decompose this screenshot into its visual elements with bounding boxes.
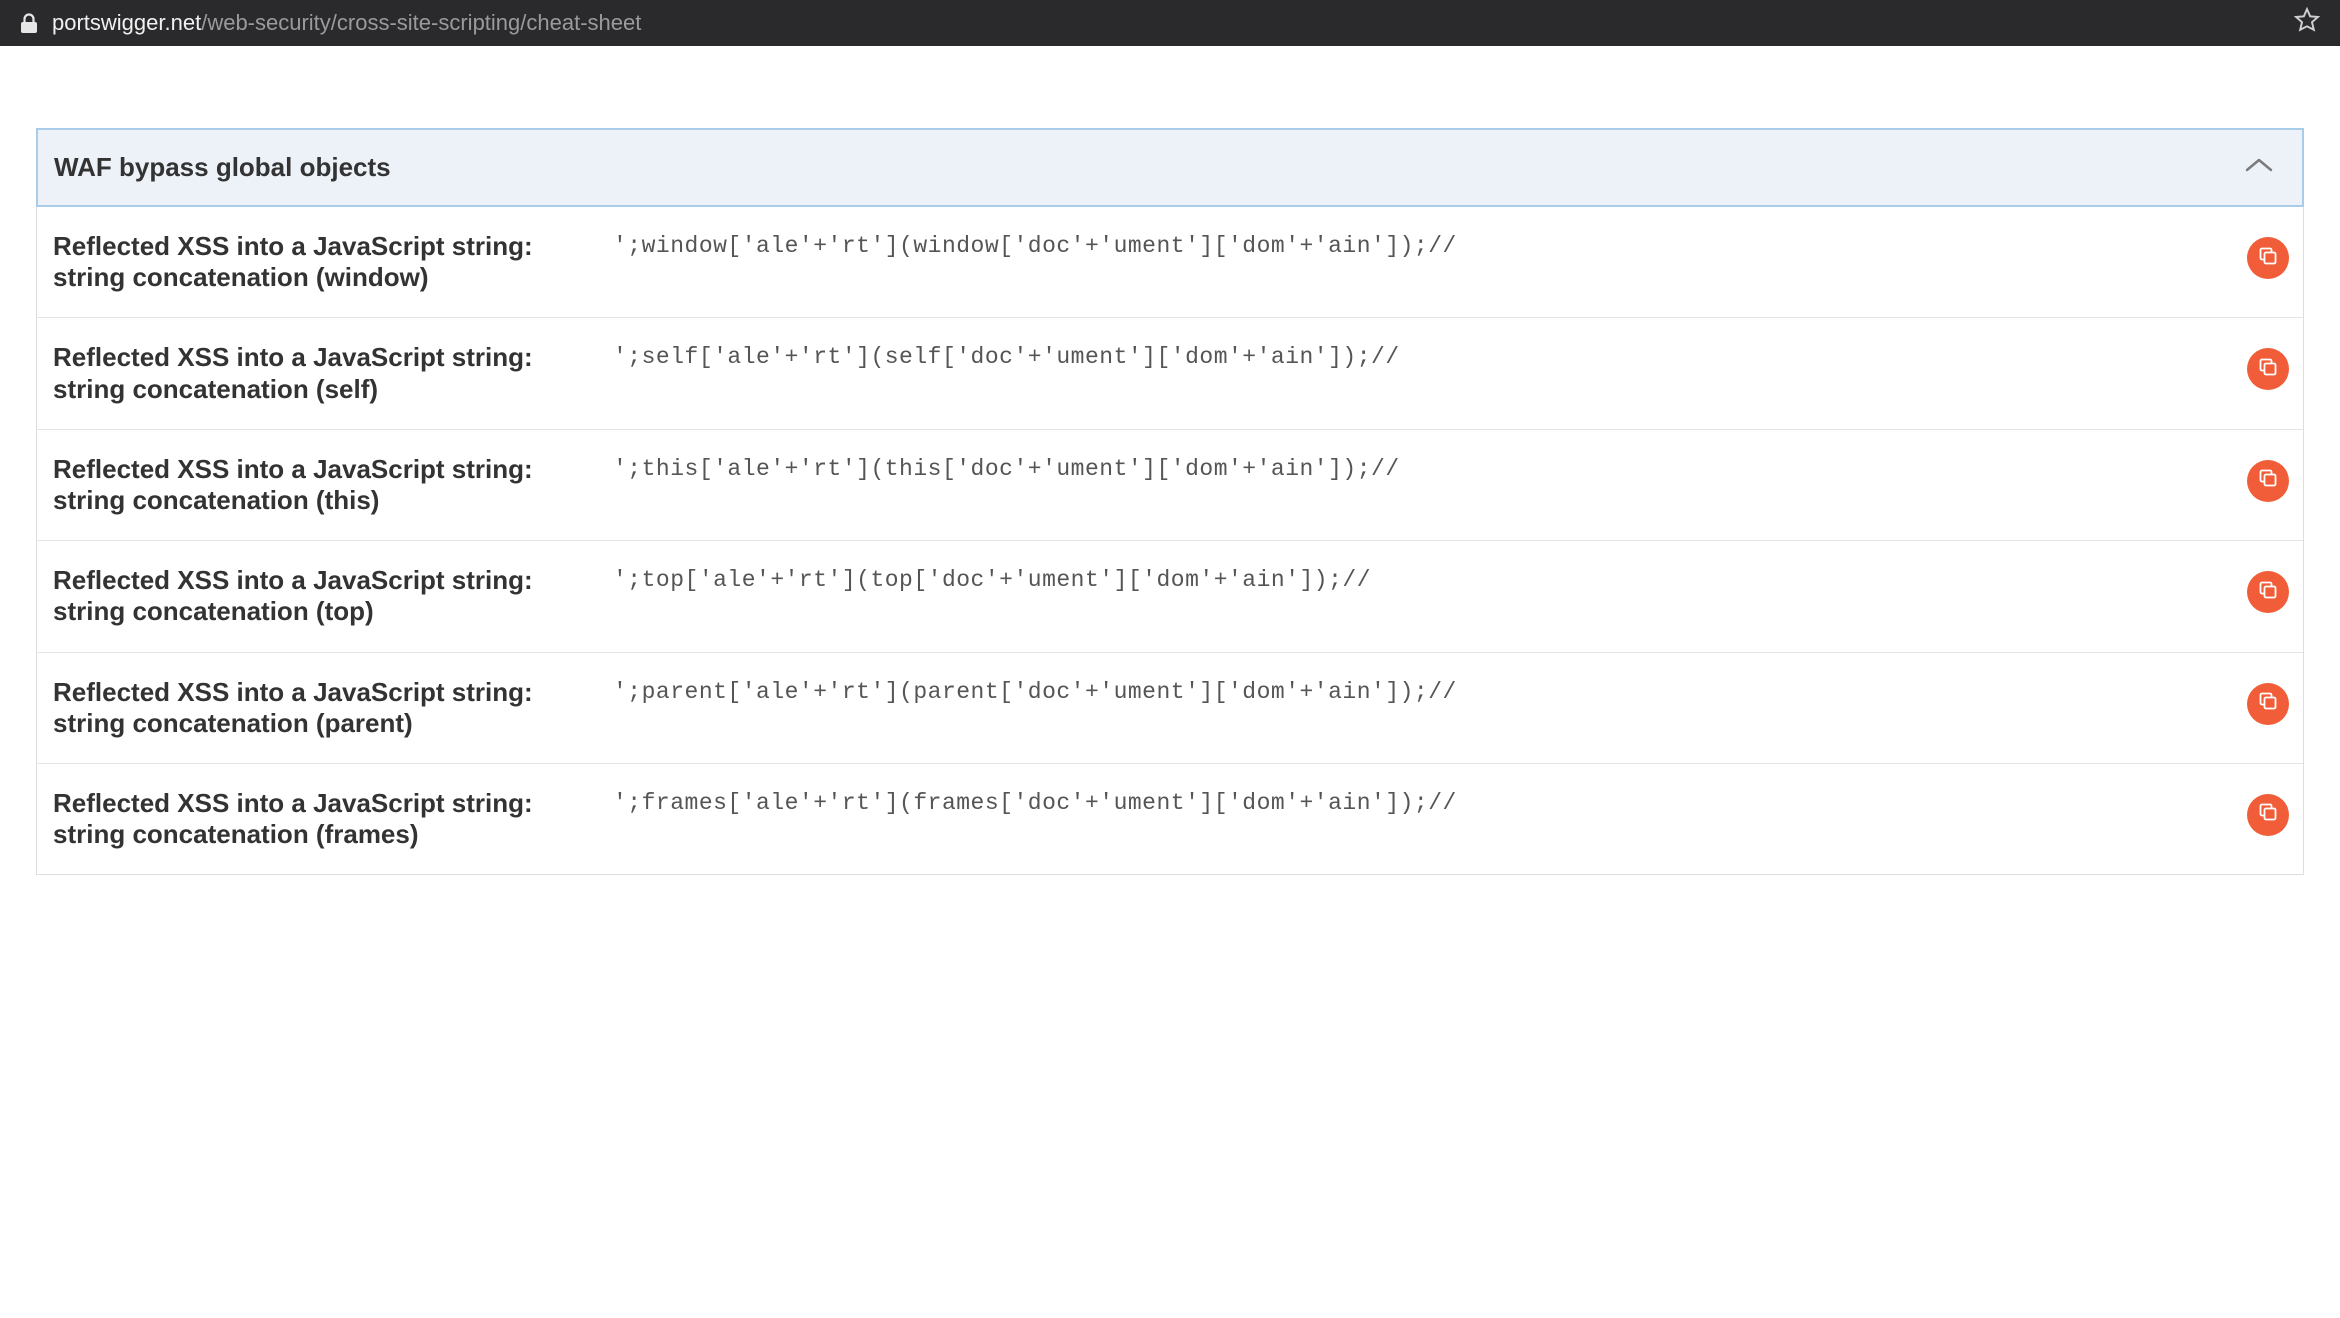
entry-title: Reflected XSS into a JavaScript string: … (53, 788, 593, 850)
entry-code: ';this['ale'+'rt'](this['doc'+'ument']['… (613, 454, 2227, 482)
copy-icon (2258, 246, 2278, 271)
url-path: /web-security/cross-site-scripting/cheat… (201, 10, 641, 35)
entry-title: Reflected XSS into a JavaScript string: … (53, 231, 593, 293)
entry-code: ';window['ale'+'rt'](window['doc'+'ument… (613, 231, 2227, 259)
page-content: WAF bypass global objects Reflected XSS … (0, 46, 2340, 875)
entry-code: ';self['ale'+'rt'](self['doc'+'ument']['… (613, 342, 2227, 370)
url-text: portswigger.net/web-security/cross-site-… (52, 10, 641, 36)
cheat-sheet-entry: Reflected XSS into a JavaScript string: … (37, 318, 2303, 429)
entry-title: Reflected XSS into a JavaScript string: … (53, 677, 593, 739)
copy-icon (2258, 691, 2278, 716)
copy-button[interactable] (2247, 348, 2289, 390)
copy-icon (2258, 802, 2278, 827)
entry-title: Reflected XSS into a JavaScript string: … (53, 454, 593, 516)
entry-title: Reflected XSS into a JavaScript string: … (53, 565, 593, 627)
lock-icon (20, 13, 38, 33)
browser-address-bar[interactable]: portswigger.net/web-security/cross-site-… (0, 0, 2340, 46)
cheat-sheet-entry: Reflected XSS into a JavaScript string: … (37, 430, 2303, 541)
cheat-sheet-entry: Reflected XSS into a JavaScript string: … (37, 207, 2303, 318)
copy-button[interactable] (2247, 794, 2289, 836)
accordion-body: Reflected XSS into a JavaScript string: … (36, 207, 2304, 875)
bookmark-star-icon[interactable] (2294, 7, 2320, 39)
cheat-sheet-entry: Reflected XSS into a JavaScript string: … (37, 764, 2303, 874)
copy-icon (2258, 357, 2278, 382)
entry-title: Reflected XSS into a JavaScript string: … (53, 342, 593, 404)
entry-code: ';frames['ale'+'rt'](frames['doc'+'ument… (613, 788, 2227, 816)
copy-button[interactable] (2247, 237, 2289, 279)
copy-icon (2258, 580, 2278, 605)
accordion-header-waf-bypass[interactable]: WAF bypass global objects (36, 128, 2304, 207)
url-domain: portswigger.net (52, 10, 201, 35)
cheat-sheet-entry: Reflected XSS into a JavaScript string: … (37, 653, 2303, 764)
entry-code: ';top['ale'+'rt'](top['doc'+'ument']['do… (613, 565, 2227, 593)
copy-button[interactable] (2247, 460, 2289, 502)
copy-button[interactable] (2247, 683, 2289, 725)
cheat-sheet-entry: Reflected XSS into a JavaScript string: … (37, 541, 2303, 652)
copy-button[interactable] (2247, 571, 2289, 613)
entry-code: ';parent['ale'+'rt'](parent['doc'+'ument… (613, 677, 2227, 705)
copy-icon (2258, 468, 2278, 493)
accordion-title: WAF bypass global objects (54, 152, 391, 183)
chevron-up-icon (2244, 156, 2274, 179)
